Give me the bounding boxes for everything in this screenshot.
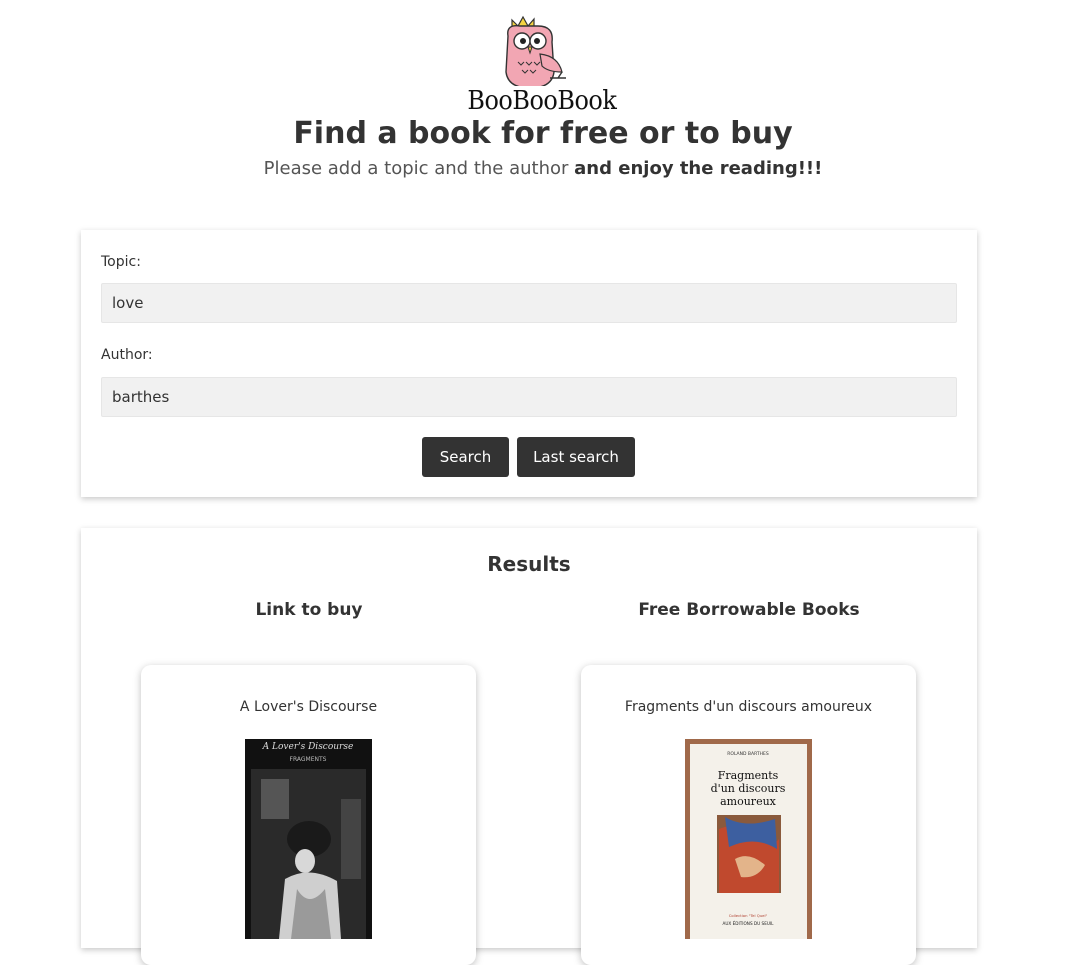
results-title: Results xyxy=(487,552,571,576)
cover-title-text: A Lover's Discourse xyxy=(262,742,354,752)
buy-book-card[interactable]: A Lover's Discourse A Lover's Discourse … xyxy=(141,665,476,965)
search-form: Topic: Author: Search Last search xyxy=(81,230,977,497)
subtitle-emphasis: and enjoy the reading!!! xyxy=(574,158,823,179)
cover-title-line-3: amoureux xyxy=(720,795,777,808)
topic-input[interactable] xyxy=(101,283,957,323)
book-cover-image[interactable]: ROLAND BARTHES Fragments d'un discours a… xyxy=(685,739,812,939)
free-column-heading: Free Borrowable Books xyxy=(638,600,860,620)
page-subtitle: Please add a topic and the author and en… xyxy=(0,158,1086,179)
last-search-button[interactable]: Last search xyxy=(517,437,635,477)
cover-subtitle-text: FRAGMENTS xyxy=(290,756,327,763)
book-title[interactable]: A Lover's Discourse xyxy=(141,699,476,715)
page-title: Find a book for free or to buy xyxy=(293,116,793,151)
logo-text: BooBooBook xyxy=(467,86,617,116)
owl-icon xyxy=(505,15,566,86)
free-book-card[interactable]: Fragments d'un discours amoureux ROLAND … xyxy=(581,665,916,965)
cover-author-text: ROLAND BARTHES xyxy=(727,751,769,757)
author-input[interactable] xyxy=(101,377,957,417)
buy-column-heading: Link to buy xyxy=(255,600,363,620)
cover-title-line-2: d'un discours xyxy=(711,782,786,795)
author-label: Author: xyxy=(101,347,153,363)
book-title[interactable]: Fragments d'un discours amoureux xyxy=(581,699,916,715)
cover-publisher-text: AUX ÉDITIONS DU SEUIL xyxy=(722,921,774,926)
logo[interactable]: BooBooBook xyxy=(462,14,617,116)
subtitle-text: Please add a topic and the author xyxy=(263,158,569,179)
cover-title-line-1: Fragments xyxy=(718,769,779,782)
results-panel: Results Link to buy Free Borrowable Book… xyxy=(81,528,977,965)
topic-label: Topic: xyxy=(101,254,141,270)
book-cover-image[interactable]: A Lover's Discourse FRAGMENTS xyxy=(245,739,372,939)
search-button[interactable]: Search xyxy=(422,437,509,477)
